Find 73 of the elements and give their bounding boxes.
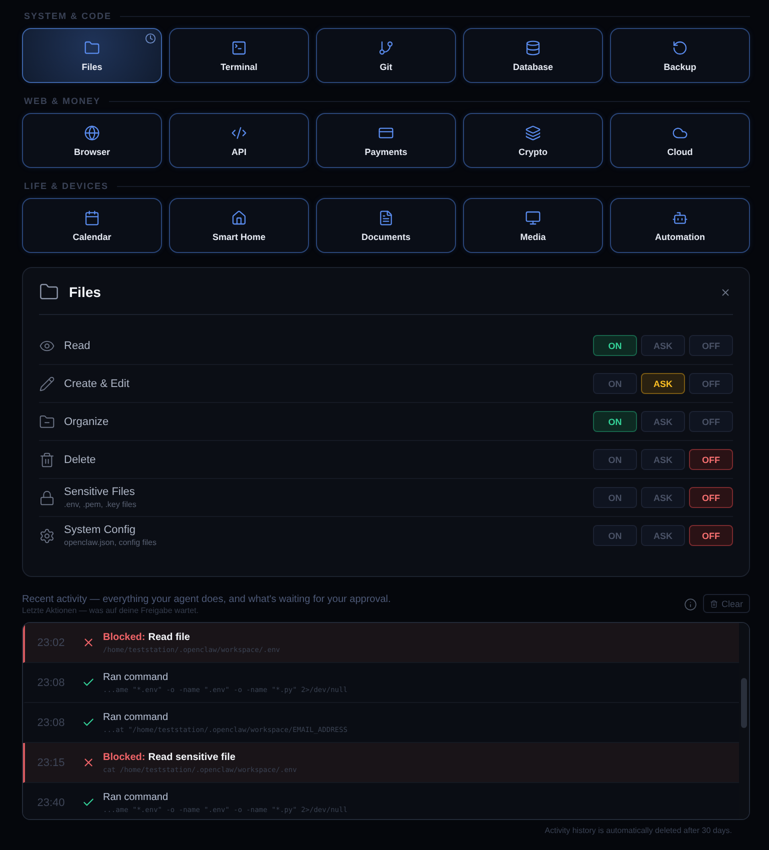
category-tile[interactable]: Cloud	[610, 113, 750, 168]
section-title: WEB & MONEY	[24, 96, 101, 106]
permission-hint: .env, .pem, .key files	[64, 500, 138, 509]
trash-icon	[710, 600, 718, 608]
category-tile[interactable]: Files	[22, 28, 162, 83]
scrollbar[interactable]	[739, 623, 749, 819]
activity-time: 23:15	[36, 756, 66, 768]
layers-icon	[525, 124, 541, 140]
category-tile[interactable]: Automation	[610, 198, 750, 253]
terminal-icon	[231, 40, 247, 56]
category-tile[interactable]: Media	[463, 198, 603, 253]
lock-icon	[39, 490, 55, 506]
permission-option[interactable]: OFF	[689, 525, 733, 546]
category-tile[interactable]: Database	[463, 28, 603, 83]
category-tile[interactable]: Backup	[610, 28, 750, 83]
monitor-icon	[525, 210, 541, 226]
globe-icon	[84, 124, 100, 140]
permission-option[interactable]: ON	[593, 335, 637, 356]
pencil-icon	[39, 376, 55, 392]
permission-label: Organize	[64, 416, 110, 428]
activity-time: 23:08	[36, 676, 66, 688]
folder-icon	[39, 282, 59, 302]
activity-action: Ran command	[103, 712, 170, 722]
section-title: LIFE & DEVICES	[24, 181, 109, 191]
activity-title: Recent activity — everything your agent does, and what's waiting for your approval.	[22, 594, 392, 605]
activity-subtitle: Letzte Aktionen — was auf deine Freigabe wartet.	[22, 606, 200, 615]
permission-label: Create & Edit	[64, 378, 130, 390]
cross-icon	[82, 636, 94, 649]
info-icon[interactable]	[684, 598, 698, 611]
activity-action: Ran command	[103, 672, 170, 682]
robot-icon	[672, 210, 688, 226]
category-tile[interactable]: API	[169, 113, 309, 168]
code-icon	[231, 124, 247, 140]
trash-icon	[39, 452, 55, 468]
permission-option[interactable]: OFF	[689, 449, 733, 470]
permission-label: System Config	[64, 524, 137, 536]
permission-label: Read	[64, 340, 92, 352]
category-tile[interactable]: Git	[316, 28, 456, 83]
permission-option[interactable]: ON	[593, 411, 637, 432]
category-tile[interactable]: Documents	[316, 198, 456, 253]
blocked-label: Blocked:	[103, 752, 146, 762]
activity-time: 23:08	[36, 716, 66, 728]
close-icon	[720, 286, 731, 298]
settings-icon	[39, 528, 55, 544]
branch-icon	[378, 40, 394, 56]
category-tile[interactable]: Payments	[316, 113, 456, 168]
activity-action: Read sensitive file	[148, 752, 236, 762]
blocked-label: Blocked:	[103, 632, 146, 642]
category-tile[interactable]: Smart Home	[169, 198, 309, 253]
folder-icon	[84, 40, 100, 56]
category-tile[interactable]: Crypto	[463, 113, 603, 168]
document-icon	[378, 210, 394, 226]
section-title: SYSTEM & CODE	[24, 11, 112, 21]
permission-hint: openclaw.json, config files	[64, 538, 158, 547]
permission-label: Sensitive Files	[64, 486, 136, 498]
category-tile[interactable]: Calendar	[22, 198, 162, 253]
permission-option[interactable]: OFF	[689, 487, 733, 508]
folder-icon	[39, 414, 55, 430]
house-icon	[231, 210, 247, 226]
permission-option[interactable]: ASK	[641, 373, 685, 394]
category-tile[interactable]: Browser	[22, 113, 162, 168]
permission-label: Delete	[64, 454, 97, 466]
database-icon	[525, 40, 541, 56]
footer-note: Activity history is automatically deleted after 30 days.	[544, 826, 732, 835]
calendar-icon	[84, 210, 100, 226]
cross-icon	[82, 756, 94, 769]
panel-title: Files	[69, 284, 102, 300]
rotate-icon	[672, 40, 688, 56]
category-tile[interactable]: Terminal	[169, 28, 309, 83]
activity-action: Read file	[148, 632, 190, 642]
activity-time: 23:40	[36, 796, 66, 808]
activity-time: 23:02	[36, 636, 66, 648]
activity-action: Ran command	[103, 792, 170, 802]
